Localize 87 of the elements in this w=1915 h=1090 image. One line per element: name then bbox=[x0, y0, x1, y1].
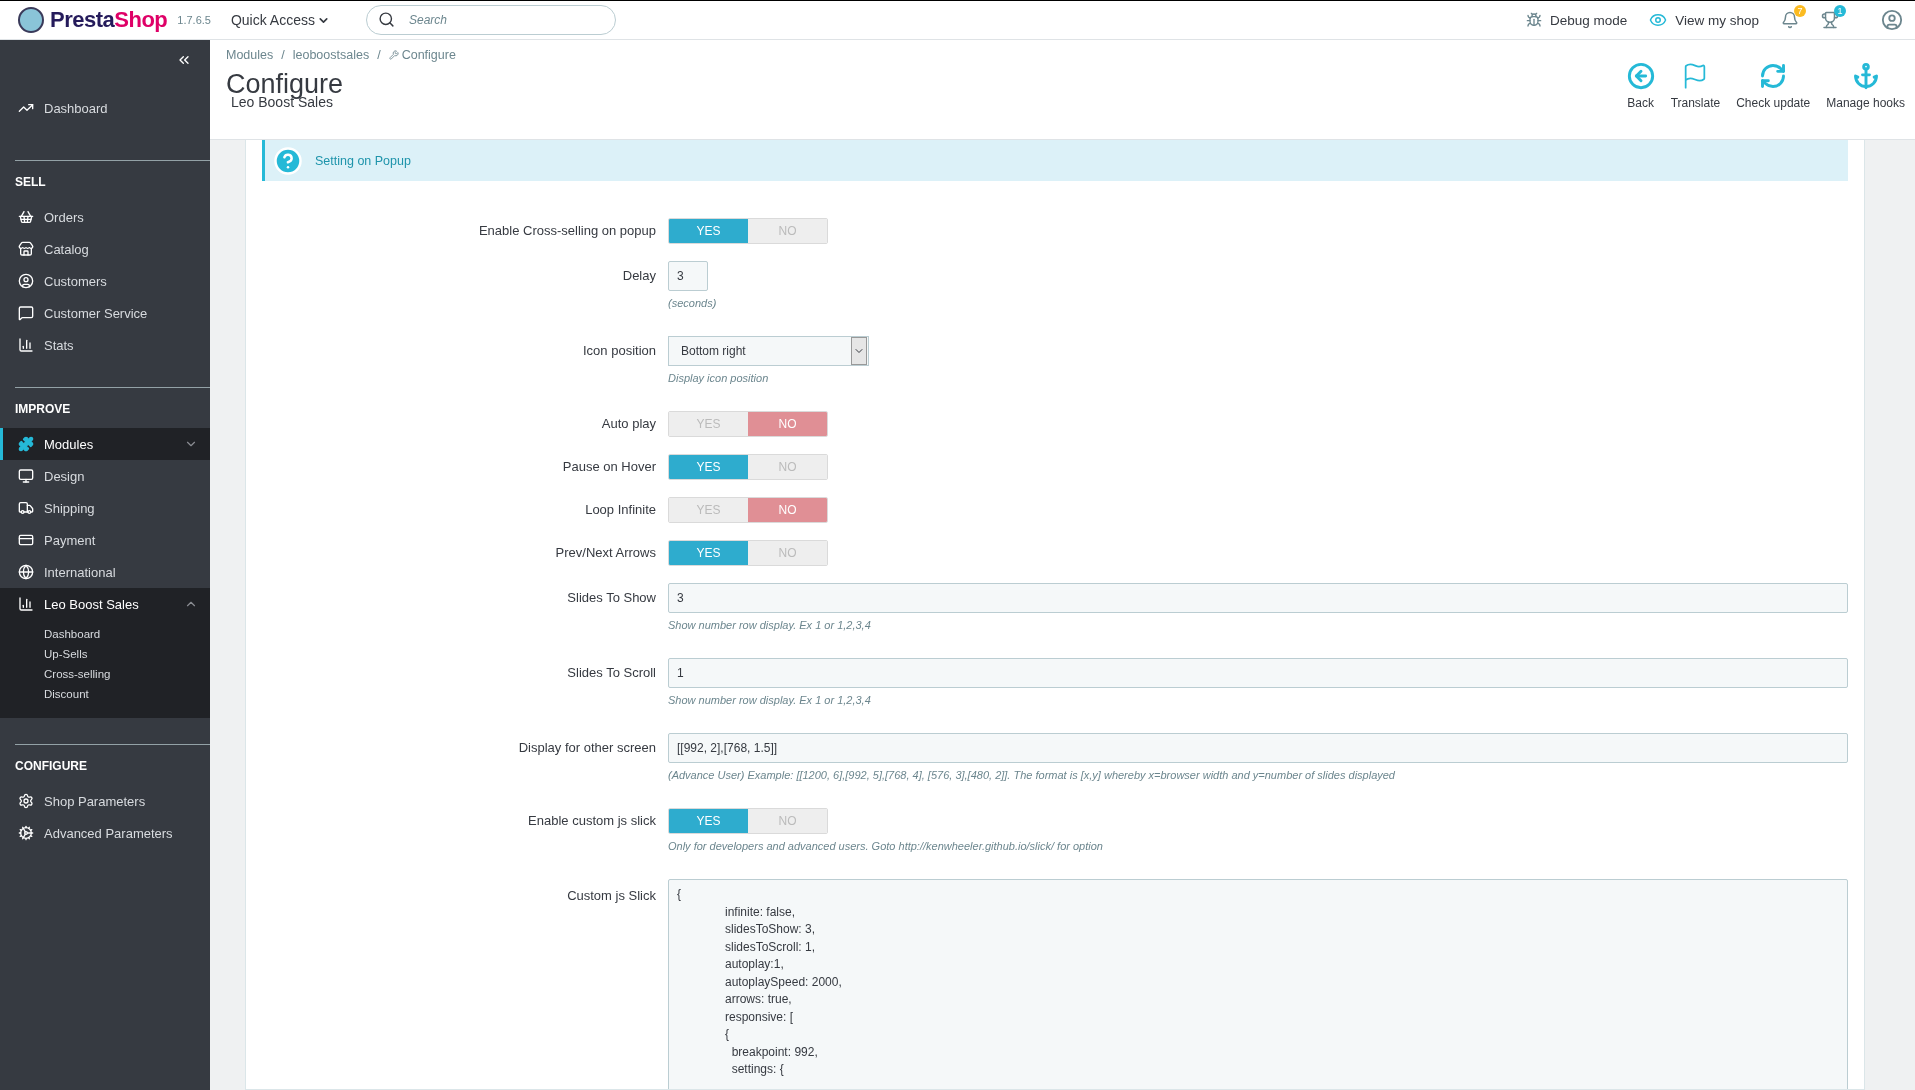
menu-icon bbox=[18, 209, 34, 225]
field-label: Enable custom js slick bbox=[527, 812, 656, 830]
submenu-item[interactable]: Dashboard bbox=[0, 624, 210, 644]
code-textarea[interactable]: { infinite: false, slidesToShow: 3, slidesToScroll: 1, autoplay:1, autoplaySpeed: 2000, arrows: true, responsive: [ { breakpoint: 992, settings: { bbox=[668, 879, 1848, 1089]
breadcrumb-separator: / bbox=[281, 48, 285, 62]
help-text: Only for developers and advanced users. Goto http://kenwheeler.github.io/slick/ for option bbox=[668, 840, 1103, 852]
count-badge: 7 bbox=[1794, 5, 1806, 17]
help-icon bbox=[273, 145, 303, 176]
menu-icon bbox=[18, 273, 34, 289]
menu-icon bbox=[18, 436, 34, 452]
bug-icon bbox=[1525, 12, 1542, 28]
section-title: CONFIGURE bbox=[14, 758, 88, 775]
bell-icon[interactable] bbox=[1781, 11, 1799, 29]
sidebar-item[interactable]: Dashboard bbox=[0, 92, 210, 124]
number-input[interactable]: 3 bbox=[668, 261, 708, 291]
toolbar-button[interactable]: Translate bbox=[1664, 62, 1727, 110]
sidebar-item[interactable]: Leo Boost Sales bbox=[0, 588, 210, 620]
brand-logo[interactable]: PrestaShop bbox=[50, 7, 168, 33]
user-avatar-icon[interactable] bbox=[1881, 9, 1903, 31]
sidebar-item[interactable]: Customer Service bbox=[0, 297, 210, 329]
menu-icon bbox=[18, 337, 34, 353]
menu-icon bbox=[18, 793, 34, 809]
quick-access-menu[interactable]: Quick Access bbox=[224, 11, 336, 29]
search-field[interactable]: Search bbox=[365, 5, 616, 35]
help-text: (Advance User) Example: [[1200, 6],[992, 5],[768, 4], [576, 3],[480, 2]]. The format is [x,y] whereby x=browser width and y=number of slides displayed bbox=[668, 769, 1395, 781]
sidebar-item[interactable]: Shop Parameters bbox=[0, 785, 210, 817]
menu-icon bbox=[18, 500, 34, 516]
sidebar-item[interactable]: Customers bbox=[0, 265, 210, 297]
sidebar-item[interactable]: Modules bbox=[0, 428, 210, 460]
section-title: IMPROVE bbox=[14, 401, 72, 418]
anchor-icon bbox=[1851, 62, 1880, 90]
refresh-icon bbox=[1759, 62, 1788, 90]
help-text: Display icon position bbox=[668, 372, 769, 384]
debug-mode-link[interactable]: Debug mode bbox=[1525, 12, 1628, 28]
eye-icon bbox=[1649, 11, 1668, 29]
menu-icon bbox=[18, 305, 34, 321]
sidebar-item[interactable]: Shipping bbox=[0, 492, 210, 524]
count-badge: 1 bbox=[1834, 5, 1846, 17]
menu-icon bbox=[18, 596, 34, 612]
submenu-item[interactable]: Up-Sells bbox=[0, 644, 210, 664]
sidebar-item[interactable]: Orders bbox=[0, 201, 210, 233]
caret-icon bbox=[851, 337, 867, 365]
menu-icon bbox=[18, 241, 34, 257]
select-dropdown[interactable]: Bottom right bbox=[668, 336, 869, 366]
sidebar-item[interactable]: Stats bbox=[0, 329, 210, 361]
breadcrumb-link[interactable]: leoboostsales bbox=[292, 48, 370, 62]
field-label: Auto play bbox=[600, 415, 656, 433]
breadcrumb-separator: / bbox=[377, 48, 381, 62]
menu-icon bbox=[18, 564, 34, 580]
search-icon bbox=[377, 11, 395, 28]
text-input[interactable]: 1 bbox=[668, 658, 1848, 688]
text-input[interactable]: [[992, 2],[768, 1.5]] bbox=[668, 733, 1848, 763]
field-label: Delay bbox=[621, 267, 656, 285]
menu-icon bbox=[18, 468, 34, 484]
submenu-item[interactable]: Cross-selling bbox=[0, 664, 210, 684]
sidebar-item[interactable]: Payment bbox=[0, 524, 210, 556]
toolbar-button[interactable]: Back bbox=[1620, 62, 1661, 110]
field-label: Pause on Hover bbox=[561, 458, 656, 476]
help-text: (seconds) bbox=[668, 297, 717, 309]
menu-icon bbox=[18, 532, 34, 548]
field-label: Custom js Slick bbox=[566, 887, 656, 905]
breadcrumb-link[interactable]: Modules bbox=[226, 48, 274, 62]
field-label: Display for other screen bbox=[517, 739, 656, 757]
field-label: Enable Cross-selling on popup bbox=[477, 222, 656, 240]
menu-icon bbox=[18, 825, 34, 841]
field-label: Slides To Show bbox=[566, 589, 656, 607]
wrench-icon bbox=[388, 50, 399, 60]
field-label: Prev/Next Arrows bbox=[554, 544, 656, 562]
sidebar-item[interactable]: Advanced Parameters bbox=[0, 817, 210, 849]
submenu-item[interactable]: Discount bbox=[0, 684, 210, 704]
section-title: SELL bbox=[14, 174, 47, 191]
text-input[interactable]: 3 bbox=[668, 583, 1848, 613]
sidebar-item[interactable]: Catalog bbox=[0, 233, 210, 265]
breadcrumb-link[interactable]: Configure bbox=[388, 48, 456, 62]
toolbar-button[interactable]: Check update bbox=[1730, 62, 1817, 110]
help-text: Show number row display. Ex 1 or 1,2,3,4 bbox=[668, 694, 871, 706]
view-shop-link[interactable]: View my shop bbox=[1649, 11, 1759, 29]
field-label: Slides To Scroll bbox=[566, 664, 656, 682]
field-label: Loop Infinite bbox=[584, 501, 656, 519]
section-heading: Setting on Popup bbox=[315, 153, 411, 168]
version-label: 1.7.6.5 bbox=[177, 14, 211, 26]
logo-icon bbox=[18, 7, 44, 33]
field-label: Icon position bbox=[582, 342, 656, 360]
toolbar-button[interactable]: Manage hooks bbox=[1820, 62, 1911, 110]
sidebar-item[interactable]: Design bbox=[0, 460, 210, 492]
help-text: Show number row display. Ex 1 or 1,2,3,4 bbox=[668, 619, 871, 631]
sidebar-item[interactable]: International bbox=[0, 556, 210, 588]
